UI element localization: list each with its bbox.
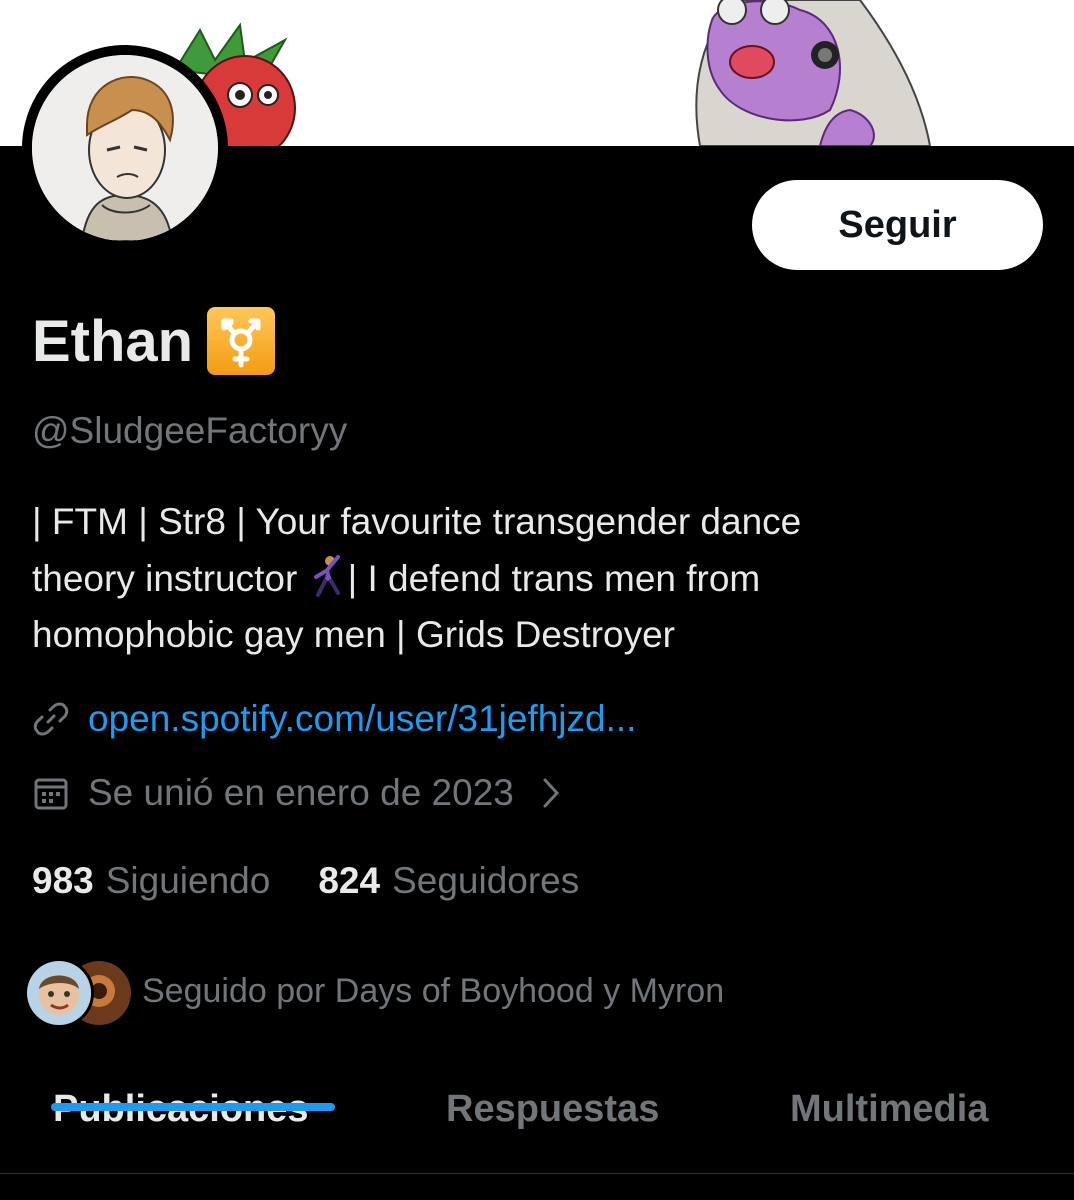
following-label: Siguiendo [105, 860, 271, 901]
profile-handle: @SludgeeFactoryy [32, 410, 348, 451]
profile-bio: | FTM | Str8 | Your favourite transgende… [32, 494, 1032, 664]
link-icon [33, 702, 69, 736]
profile-name-row: Ethan [32, 306, 276, 376]
bio-line: theory instructor | I defend trans men f… [32, 551, 1032, 608]
profile-avatar[interactable] [22, 45, 228, 251]
calendar-icon [34, 778, 68, 810]
profile-join-row[interactable]: Se unió en enero de 2023 [32, 772, 562, 814]
bio-text: theory instructor [32, 557, 308, 599]
bio-line: | FTM | Str8 | Your favourite transgende… [32, 501, 802, 542]
followed-by-row[interactable]: Seguido por Days of Boyhood y Myron [24, 956, 725, 1028]
tab-multimedia[interactable]: Multimedia [790, 1088, 988, 1131]
followers-stat[interactable]: 824 Seguidores [318, 860, 579, 902]
following-count: 983 [32, 860, 94, 901]
followers-label: Seguidores [392, 860, 580, 901]
man-dancing-emoji-icon [308, 554, 348, 599]
followed-by-text: Seguido por Days of Boyhood y Myron [142, 971, 725, 1010]
followers-count: 824 [318, 860, 381, 901]
profile-name: Ethan [32, 308, 194, 374]
profile-website-link[interactable]: open.spotify.com/user/31jefhjzd... [88, 698, 636, 740]
join-date: Se unió en enero de 2023 [88, 772, 514, 813]
profile-link-row: open.spotify.com/user/31jefhjzd... [32, 698, 636, 740]
profile-stats: 983 Siguiendo 824 Seguidores [32, 860, 579, 902]
avatar [24, 958, 94, 1028]
followed-by-avatars [24, 956, 134, 1028]
bio-text: | I defend trans men from [347, 557, 761, 599]
profile-tabs: Publicaciones Respuestas Multimedia [0, 1060, 1074, 1174]
bio-line: homophobic gay men | Grids Destroyer [32, 614, 676, 655]
transgender-symbol-icon [207, 307, 276, 375]
chevron-right-icon [543, 778, 559, 808]
active-tab-indicator [51, 1103, 335, 1111]
tab-respuestas[interactable]: Respuestas [446, 1088, 659, 1131]
avatar-image [32, 55, 218, 241]
following-stat[interactable]: 983 Siguiendo [32, 860, 270, 902]
follow-button[interactable]: Seguir [752, 180, 1043, 270]
